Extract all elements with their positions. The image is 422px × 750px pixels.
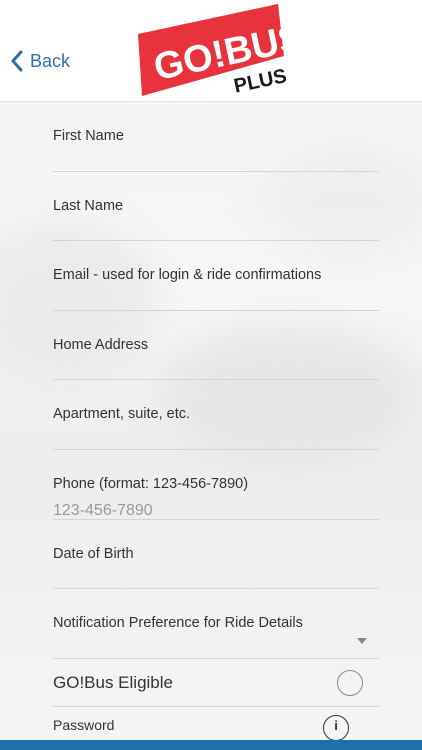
date-of-birth-label: Date of Birth (53, 545, 134, 562)
home-address-label: Home Address (53, 336, 149, 353)
apartment-field: Apartment, suite, etc. (53, 380, 379, 451)
email-label: Email - used for login & ride confirmati… (53, 267, 322, 284)
info-icon[interactable]: i (323, 714, 349, 741)
gobus-eligible-row: GO!Bus Eligible (53, 659, 379, 707)
first-name-label: First Name (53, 128, 124, 144)
signup-form: First Name Last Name Email - used for lo… (53, 102, 379, 747)
phone-label: Phone (format: 123-456-7890) (53, 475, 249, 492)
phone-field: Phone (format: 123-456-7890) (53, 450, 379, 520)
bottom-action-bar[interactable] (0, 740, 422, 750)
apartment-input[interactable] (53, 432, 379, 451)
email-input[interactable] (53, 293, 379, 312)
header-bar: Back GO!BUS PLUS (0, 0, 422, 102)
back-label: Back (30, 50, 71, 71)
notification-preference-label: Notification Preference for Ride Details (53, 615, 303, 632)
gobus-eligible-radio[interactable] (337, 669, 363, 696)
chevron-left-icon (11, 50, 23, 72)
home-address-field: Home Address (53, 311, 379, 381)
email-field: Email - used for login & ride confirmati… (53, 241, 379, 312)
date-of-birth-field: Date of Birth (53, 520, 379, 590)
date-of-birth-input[interactable] (53, 571, 379, 590)
first-name-input[interactable] (53, 154, 379, 172)
gobus-plus-logo: GO!BUS PLUS (138, 4, 286, 98)
gobus-eligible-label: GO!Bus Eligible (53, 672, 173, 692)
notification-preference-select[interactable]: Notification Preference for Ride Details (53, 589, 379, 659)
first-name-field: First Name (53, 102, 379, 172)
dropdown-arrow-icon (357, 638, 367, 645)
last-name-input[interactable] (53, 223, 379, 242)
phone-input[interactable] (53, 501, 379, 520)
last-name-field: Last Name (53, 172, 379, 242)
password-label: Password (53, 716, 115, 733)
signup-form-area: First Name Last Name Email - used for lo… (0, 102, 422, 750)
apartment-label: Apartment, suite, etc. (53, 406, 191, 423)
home-address-input[interactable] (53, 362, 379, 381)
last-name-label: Last Name (53, 197, 124, 214)
back-button[interactable]: Back (10, 50, 70, 72)
